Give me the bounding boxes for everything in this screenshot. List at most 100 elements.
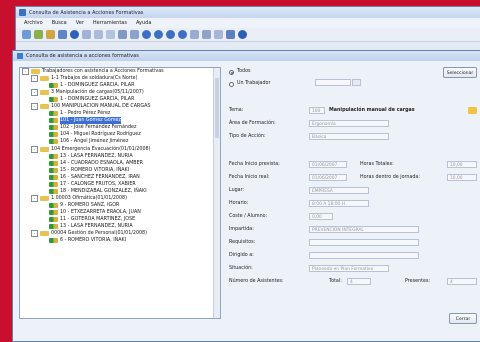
dialog-titlebar: Consulta de asistencia a acciones format… <box>13 51 480 61</box>
first-record-icon[interactable] <box>142 30 151 39</box>
presentes-field[interactable]: 4 <box>447 278 477 285</box>
tree-row[interactable]: - 3 Manipulación de cargas(05/11/2007) <box>20 89 220 97</box>
tree-row[interactable]: 104 - Miguel Rodríguez Rodríguez <box>20 131 220 138</box>
attendance-tree[interactable]: - Trabajadores con asistencia a Acciones … <box>19 67 221 319</box>
tree-row[interactable]: 1 - DOMINGUEZ GARCIA, PILAR <box>20 82 220 89</box>
menu-ayuda[interactable]: Ayuda <box>136 20 151 26</box>
tema-code-field[interactable]: 100 <box>309 107 325 114</box>
tree-row-label: 3 Manipulación de cargas(05/11/2007) <box>51 90 144 96</box>
close-button[interactable]: Cerrar <box>449 313 477 324</box>
worker-field[interactable] <box>315 79 351 86</box>
tree-scroll-thumb[interactable] <box>215 78 219 138</box>
expander-icon[interactable]: - <box>31 75 38 83</box>
radio-todos[interactable] <box>229 70 234 75</box>
report-icon[interactable] <box>202 30 211 39</box>
tree-row[interactable]: 106 - Ángel Jiménez Jiménez <box>20 138 220 145</box>
tree-row[interactable]: 1 - Pedro Pérez Pérez <box>20 110 220 117</box>
next-record-icon[interactable] <box>166 30 175 39</box>
tree-row[interactable]: 9 - ROMERO SANZ, IGOR <box>20 202 220 209</box>
horas-totales-field[interactable]: 10,00 <box>447 161 477 168</box>
tree-row[interactable]: 18 - MENDIZABAL GONZALEZ, IÑAKI <box>20 188 220 195</box>
area-select[interactable]: Ergonomía <box>309 120 389 127</box>
menu-ver[interactable]: Ver <box>76 20 84 26</box>
worker-icon <box>49 181 58 187</box>
tree-row[interactable]: - 00004 Gestión de Personal(01/01/2008) <box>20 230 220 238</box>
tree-row[interactable]: - Trabajadores con asistencia a Acciones … <box>20 68 220 76</box>
tree-row[interactable]: 13 - LASA FERNANDEZ, NURIA <box>20 153 220 160</box>
tree-row-label: 100 MANIPULACION MANUAL DE CARGAS <box>51 104 151 110</box>
impartido-field[interactable]: PREVENCIÓN INTEGRAL <box>309 226 419 233</box>
dialog-icon <box>17 53 23 59</box>
worker-icon <box>49 139 58 145</box>
tree-row[interactable]: 15 - ROMERO VITORIA, IÑAKI <box>20 167 220 174</box>
menu-busca[interactable]: Busca <box>52 20 67 26</box>
fecha-real-field[interactable]: 01/06/2007 <box>309 174 347 181</box>
menu-herramientas[interactable]: Herramientas <box>93 20 127 26</box>
tree-row[interactable]: 16 - SANCHEZ FERNANDEZ, IRAN <box>20 174 220 181</box>
worker-icon <box>49 83 58 89</box>
tree-row[interactable]: 1 - DOMINGUEZ GARCIA, PILAR <box>20 96 220 103</box>
expander-icon[interactable]: - <box>31 89 38 97</box>
tree-row[interactable]: 13 - LASA FERNANDEZ, NURIA <box>20 223 220 230</box>
menu-archivo[interactable]: Archivo <box>24 20 43 26</box>
tree-row[interactable]: 11 - GOTEROA MARTINEZ, JOSE <box>20 216 220 223</box>
open-icon[interactable] <box>34 30 43 39</box>
menubar: Archivo Busca Ver Herramientas Ayuda <box>16 18 480 28</box>
expander-icon[interactable]: - <box>31 230 38 238</box>
situacion-select[interactable]: Planeada en Plan Formativo <box>309 265 389 272</box>
export-icon[interactable] <box>214 30 223 39</box>
last-record-icon[interactable] <box>178 30 187 39</box>
folder-icon[interactable] <box>468 107 477 114</box>
worker-lookup-button[interactable] <box>352 79 361 86</box>
tree-row[interactable]: - 100 MANIPULACION MANUAL DE CARGAS <box>20 103 220 111</box>
tree-row-label: 00004 Gestión de Personal(01/01/2008) <box>51 231 147 237</box>
new-icon[interactable] <box>22 30 31 39</box>
tree-row[interactable]: 10 - ETXEZARRETA ERAOLA, JUAN <box>20 209 220 216</box>
info-icon[interactable] <box>238 30 247 39</box>
radio-un-trabajador[interactable] <box>229 82 234 87</box>
tree-row[interactable]: - 1 00003 Ofimática(01/01/2008) <box>20 194 220 202</box>
tree-scrollbar[interactable] <box>213 68 220 318</box>
total-field[interactable]: 4 <box>347 278 371 285</box>
refresh-icon[interactable] <box>130 30 139 39</box>
fecha-prevista-field[interactable]: 01/06/2007 <box>309 161 347 168</box>
tree-row[interactable]: 102 - José Fernández Fernández <box>20 124 220 131</box>
search-icon[interactable] <box>190 30 199 39</box>
lugar-field[interactable]: EMPRESA <box>309 187 369 194</box>
worker-icon <box>49 202 58 208</box>
help-icon[interactable] <box>70 30 79 39</box>
expander-icon[interactable]: - <box>31 145 38 153</box>
tipo-label: Tipo de Acción: <box>229 134 266 139</box>
tree-row[interactable]: 17 - CALONGE FRUTOS, XABIER <box>20 181 220 188</box>
tree-row-label: 1-1 Trabajos de soldadura(Cs Norte) <box>51 76 138 82</box>
prev-record-icon[interactable] <box>154 30 163 39</box>
copy-icon[interactable] <box>94 30 103 39</box>
horario-field[interactable]: 8:00 A 18:00 H <box>309 200 369 207</box>
course-folder-icon <box>40 195 49 201</box>
tree-row[interactable]: 6 - ROMERO VITORIA, IÑAKI <box>20 237 220 244</box>
cut-icon[interactable] <box>82 30 91 39</box>
print-icon[interactable] <box>58 30 67 39</box>
tree-row[interactable]: 14 - CUADRADO ESNAOLA, AMBER <box>20 160 220 167</box>
situacion-label: Situación: <box>229 266 253 271</box>
tree-row-label: 1 - DOMINGUEZ GARCIA, PILAR <box>60 83 135 89</box>
mail-icon[interactable] <box>226 30 235 39</box>
save-icon[interactable] <box>46 30 55 39</box>
tree-row[interactable]: - 104 Emergencia Evacuación(01/01/2008) <box>20 145 220 153</box>
expander-icon[interactable]: - <box>31 103 38 111</box>
tipo-select[interactable]: Básica <box>309 133 389 140</box>
horario-label: Horario: <box>229 201 249 206</box>
tema-name: Manipulación manual de cargas <box>329 108 415 113</box>
horas-jornada-field[interactable]: 10,00 <box>447 174 477 181</box>
tree-row[interactable]: 101 - Juan Gómez Gómez <box>20 117 220 125</box>
filter-icon[interactable] <box>118 30 127 39</box>
coste-field[interactable]: 0,00 <box>309 213 333 220</box>
tree-row-label: 1 00003 Ofimática(01/01/2008) <box>51 195 127 201</box>
paste-icon[interactable] <box>106 30 115 39</box>
tree-row[interactable]: - 1-1 Trabajos de soldadura(Cs Norte) <box>20 75 220 83</box>
select-button[interactable]: Seleccionar <box>443 67 477 78</box>
dirigido-field[interactable] <box>309 252 419 259</box>
requisitos-field[interactable] <box>309 239 419 246</box>
expander-icon[interactable]: - <box>31 194 38 202</box>
expander-icon[interactable]: - <box>22 68 29 76</box>
